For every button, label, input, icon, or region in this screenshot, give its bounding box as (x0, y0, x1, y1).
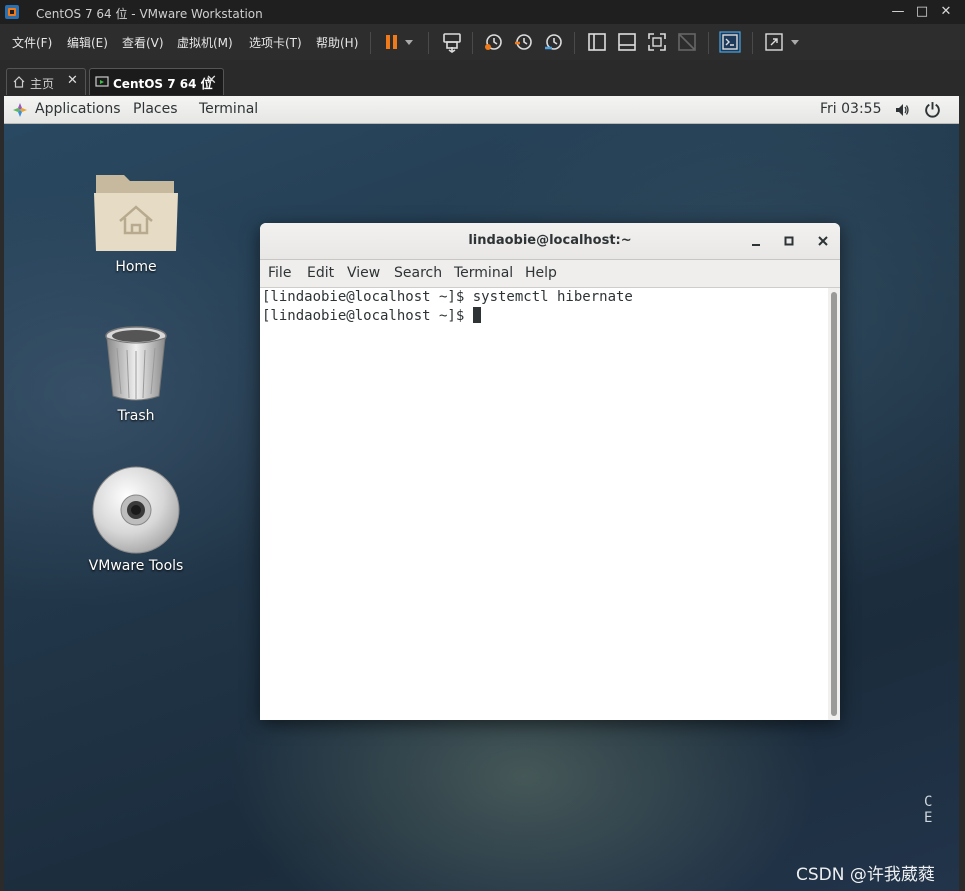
vm-icon (95, 76, 109, 87)
close-icon[interactable]: ✕ (67, 73, 78, 88)
menu-tabs[interactable]: 选项卡(T) (249, 34, 302, 51)
vmware-menubar: 文件(F) 编辑(E) 查看(V) 虚拟机(M) 选项卡(T) 帮助(H) (0, 24, 965, 60)
terminal-menu-file[interactable]: File (268, 265, 291, 281)
csdn-watermark: CSDN @许我葳蕤 (796, 865, 935, 885)
dropdown-arrow-icon[interactable] (788, 30, 802, 54)
trash-icon (105, 326, 167, 401)
minimize-button[interactable]: — (888, 3, 908, 21)
terminal-output[interactable]: [lindaobie@localhost ~]$ systemctl hiber… (260, 288, 828, 720)
maximize-icon[interactable] (779, 231, 799, 251)
desktop-icon-home-label: Home (115, 259, 157, 275)
close-icon[interactable] (813, 231, 833, 251)
menu-file[interactable]: 文件(F) (12, 34, 52, 51)
desktop-icon-vmware-tools-label: VMware Tools (88, 558, 184, 574)
toolbar-separator (472, 32, 473, 54)
terminal-menu-terminal[interactable]: Terminal (454, 265, 513, 281)
home-icon (13, 76, 25, 88)
show-library-icon[interactable] (585, 30, 609, 54)
clock[interactable]: Fri 03:55 (820, 101, 881, 117)
snapshot-manager-icon[interactable] (542, 30, 566, 54)
gnome-top-bar: Applications Places Terminal Fri 03:55 (4, 96, 959, 124)
cd-icon (92, 466, 180, 554)
tab-home-label: 主页 (30, 77, 55, 91)
text-cursor (472, 307, 481, 323)
dropdown-arrow-icon[interactable] (402, 30, 416, 54)
toolbar-separator (574, 32, 575, 54)
thumbnail-bar-icon[interactable] (615, 30, 639, 54)
toolbar-separator (752, 32, 753, 54)
tab-centos[interactable]: CentOS 7 64 位 ✕ (89, 68, 224, 95)
menu-edit[interactable]: 编辑(E) (67, 34, 108, 51)
revert-snapshot-icon[interactable] (512, 30, 536, 54)
window-title: CentOS 7 64 位 - VMware Workstation (36, 7, 263, 21)
terminal-window[interactable]: lindaobie@localhost:~ File Edit View Sea… (260, 223, 840, 720)
full-screen-icon[interactable] (645, 30, 669, 54)
terminal-prompt-line: [lindaobie@localhost ~]$ (262, 307, 481, 324)
vmware-tab-bar: 主页 ✕ CentOS 7 64 位 ✕ (0, 60, 965, 96)
terminal-menu-edit[interactable]: Edit (307, 265, 334, 281)
maximize-button[interactable]: □ (912, 3, 932, 21)
scrollbar-thumb[interactable] (831, 292, 837, 716)
applications-logo-icon (13, 103, 27, 117)
terminal-menu-help[interactable]: Help (525, 265, 557, 281)
toolbar-separator (708, 32, 709, 54)
close-button[interactable]: ✕ (936, 3, 956, 21)
terminal-app-menu[interactable]: Terminal (199, 101, 258, 117)
desktop-icon-trash[interactable]: Trash (76, 324, 196, 424)
minimize-icon[interactable] (746, 231, 766, 251)
home-folder-icon (94, 175, 178, 251)
terminal-menu-view[interactable]: View (347, 265, 380, 281)
power-icon[interactable] (924, 101, 941, 118)
stretch-view-icon[interactable] (762, 30, 786, 54)
vmware-logo-icon (5, 5, 19, 19)
snapshot-icon[interactable] (482, 30, 506, 54)
menu-vm[interactable]: 虚拟机(M) (177, 34, 233, 51)
desktop-icon-trash-label: Trash (117, 408, 155, 424)
send-ctrl-alt-del-icon[interactable] (440, 30, 464, 54)
places-menu[interactable]: Places (133, 101, 178, 117)
vmware-title-bar: CentOS 7 64 位 - VMware Workstation — □ ✕ (0, 0, 965, 24)
terminal-line: [lindaobie@localhost ~]$ systemctl hiber… (262, 289, 633, 305)
close-icon[interactable]: ✕ (206, 73, 217, 88)
guest-display[interactable]: Applications Places Terminal Fri 03:55 H… (4, 96, 959, 891)
toolbar-separator (370, 32, 371, 54)
menu-help[interactable]: 帮助(H) (316, 34, 358, 51)
desktop-icon-home[interactable]: Home (76, 169, 196, 275)
tab-centos-label: CentOS 7 64 位 (113, 77, 213, 91)
terminal-menubar: File Edit View Search Terminal Help (260, 260, 840, 288)
volume-icon[interactable] (894, 102, 910, 118)
desktop-corner-text: C E (924, 794, 939, 826)
tab-home[interactable]: 主页 ✕ (6, 68, 86, 95)
terminal-scrollbar[interactable] (828, 288, 840, 720)
console-view-icon[interactable] (718, 30, 742, 54)
terminal-prompt: [lindaobie@localhost ~]$ (262, 308, 473, 324)
pause-icon[interactable] (380, 30, 404, 54)
desktop-icon-vmware-tools[interactable]: VMware Tools (76, 466, 196, 574)
toolbar-separator (428, 32, 429, 54)
terminal-header-bar[interactable]: lindaobie@localhost:~ (260, 223, 840, 260)
unity-icon (675, 30, 699, 54)
terminal-menu-search[interactable]: Search (394, 265, 442, 281)
applications-menu[interactable]: Applications (35, 101, 121, 117)
menu-view[interactable]: 查看(V) (122, 34, 164, 51)
